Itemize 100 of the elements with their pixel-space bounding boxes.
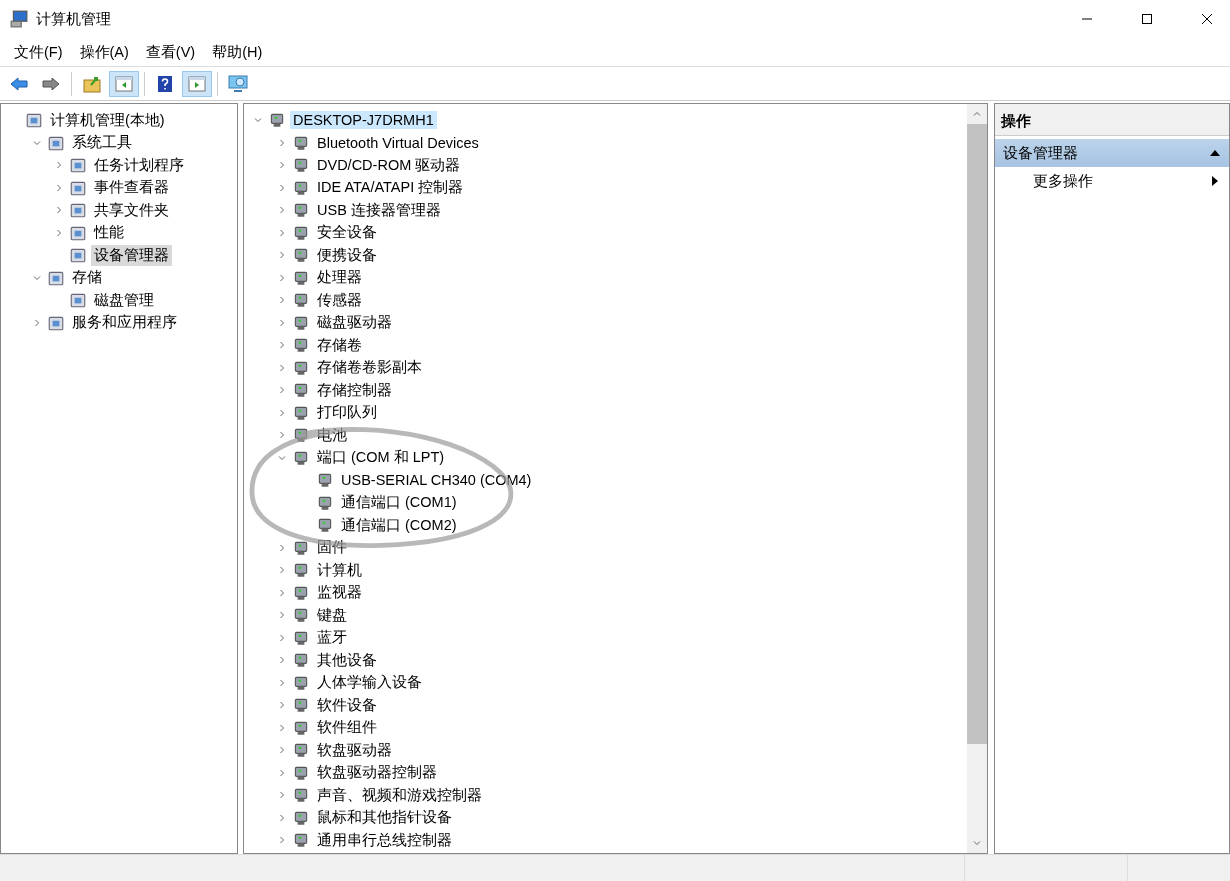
chevron-icon[interactable] (277, 205, 287, 216)
device-tree-item[interactable]: 通信端口 (COM1) (338, 492, 460, 514)
device-tree-item[interactable]: 软盘驱动器 (314, 739, 395, 761)
chevron-icon[interactable] (277, 182, 287, 193)
device-tree-item[interactable]: 软件设备 (314, 694, 380, 716)
chevron-icon[interactable] (277, 767, 287, 778)
device-tree-item[interactable]: 存储控制器 (314, 379, 395, 401)
device-tree-item[interactable]: 通用串行总线控制器 (314, 829, 455, 851)
device-icon (316, 471, 334, 490)
chevron-icon[interactable] (277, 632, 287, 643)
window-pane-icon (115, 75, 133, 92)
device-tree-item[interactable]: 固件 (314, 537, 350, 559)
tree-item[interactable]: 系统工具 (69, 132, 135, 154)
chevron-icon[interactable] (277, 340, 287, 351)
device-tree-item[interactable]: 蓝牙 (314, 627, 350, 649)
show-hide-tree-button[interactable] (109, 70, 139, 97)
menu-item[interactable]: 文件(F) (6, 42, 72, 62)
tree-item[interactable]: 任务计划程序 (91, 154, 187, 176)
chevron-icon[interactable] (277, 790, 287, 801)
chevron-icon[interactable] (54, 182, 64, 193)
device-icon (292, 291, 310, 310)
chevron-icon[interactable] (277, 587, 287, 598)
device-tree-item[interactable]: DVD/CD-ROM 驱动器 (314, 154, 464, 176)
chevron-icon[interactable] (277, 430, 287, 441)
device-tree-item[interactable]: 存储卷卷影副本 (314, 357, 425, 379)
chevron-icon[interactable] (277, 137, 287, 148)
tree-item[interactable]: 计算机管理(本地) (47, 109, 168, 131)
tree-item[interactable]: 性能 (91, 222, 127, 244)
chevron-icon[interactable] (277, 250, 287, 261)
chevron-icon[interactable] (32, 317, 42, 328)
computer-icon (10, 10, 28, 28)
device-tree-item[interactable]: 处理器 (314, 267, 365, 289)
chevron-icon[interactable] (277, 835, 287, 846)
folder-tool-icon (69, 246, 87, 265)
device-tree-item[interactable]: IDE ATA/ATAPI 控制器 (314, 177, 467, 199)
device-tree-item[interactable]: 电池 (314, 424, 350, 446)
window-pane-icon (188, 75, 206, 92)
collapse-triangle-icon[interactable] (1209, 149, 1221, 157)
chevron-icon[interactable] (277, 655, 287, 666)
device-tree-item[interactable]: 计算机 (314, 559, 365, 581)
chevron-icon[interactable] (277, 227, 287, 238)
chevron-icon[interactable] (277, 362, 287, 373)
chevron-icon[interactable] (277, 677, 287, 688)
device-icon (292, 156, 310, 175)
chevron-icon[interactable] (54, 205, 64, 216)
chevron-icon[interactable] (277, 317, 287, 328)
device-tree-item[interactable]: 磁盘驱动器 (314, 312, 395, 334)
device-tree-item[interactable]: Bluetooth Virtual Devices (314, 133, 482, 152)
device-tree-item[interactable]: 人体学输入设备 (314, 672, 425, 694)
device-tree-item[interactable]: 端口 (COM 和 LPT) (314, 447, 448, 469)
chevron-icon[interactable] (277, 722, 287, 733)
tree-item[interactable]: 存储 (69, 267, 105, 289)
folder-tool-icon (69, 156, 87, 175)
device-tree-item[interactable]: USB-SERIAL CH340 (COM4) (338, 471, 535, 490)
vertical-scrollbar[interactable] (967, 104, 987, 853)
more-actions-item[interactable]: 更多操作 (995, 167, 1229, 195)
device-tree-item[interactable]: 声音、视频和游戏控制器 (314, 784, 485, 806)
device-tree-item[interactable]: 其他设备 (314, 649, 380, 671)
chevron-icon[interactable] (277, 542, 287, 553)
device-tree-item[interactable]: 监视器 (314, 582, 365, 604)
tree-item[interactable]: 服务和应用程序 (69, 312, 180, 334)
device-tree-item[interactable]: 存储卷 (314, 334, 365, 356)
scroll-down-icon[interactable] (972, 838, 982, 848)
device-tree-item[interactable]: 传感器 (314, 289, 365, 311)
device-tree-item[interactable]: 软盘驱动器控制器 (314, 762, 440, 784)
device-tree-item[interactable]: 键盘 (314, 604, 350, 626)
tree-item[interactable]: 事件查看器 (91, 177, 172, 199)
chevron-icon[interactable] (277, 160, 287, 171)
menu-item[interactable]: 查看(V) (137, 42, 205, 62)
scroll-up-icon[interactable] (972, 109, 982, 119)
menu-item[interactable]: 操作(A) (71, 42, 138, 62)
device-tree-item[interactable]: 便携设备 (314, 244, 380, 266)
chevron-icon[interactable] (277, 565, 287, 576)
device-tree-item[interactable]: 安全设备 (314, 222, 380, 244)
chevron-icon[interactable] (277, 295, 287, 306)
tree-item[interactable]: 磁盘管理 (91, 289, 157, 311)
actions-section-header[interactable]: 设备管理器 (995, 139, 1229, 167)
device-tree-item[interactable]: DESKTOP-J7DRMH1 (290, 111, 437, 130)
submenu-arrow-icon (1211, 175, 1219, 187)
chevron-icon[interactable] (277, 407, 287, 418)
chevron-icon[interactable] (277, 272, 287, 283)
scrollbar-thumb[interactable] (967, 124, 987, 744)
device-tree-item[interactable]: 通信端口 (COM2) (338, 514, 460, 536)
chevron-icon[interactable] (277, 812, 287, 823)
device-icon (292, 696, 310, 715)
tree-item[interactable]: 共享文件夹 (91, 199, 172, 221)
tree-item[interactable]: 设备管理器 (91, 244, 172, 266)
device-tree-item[interactable]: 打印队列 (314, 402, 380, 424)
device-tree-item[interactable]: 软件组件 (314, 717, 380, 739)
menu-item[interactable]: 帮助(H) (204, 42, 272, 62)
section-title: 设备管理器 (1003, 143, 1078, 163)
chevron-icon[interactable] (54, 227, 64, 238)
chevron-icon[interactable] (277, 745, 287, 756)
device-tree-item[interactable]: USB 连接器管理器 (314, 199, 444, 221)
chevron-icon[interactable] (277, 610, 287, 621)
chevron-icon[interactable] (277, 385, 287, 396)
chevron-icon[interactable] (54, 160, 64, 171)
device-tree-item[interactable]: 鼠标和其他指针设备 (314, 807, 455, 829)
chevron-icon[interactable] (277, 700, 287, 711)
device-icon (292, 336, 310, 355)
